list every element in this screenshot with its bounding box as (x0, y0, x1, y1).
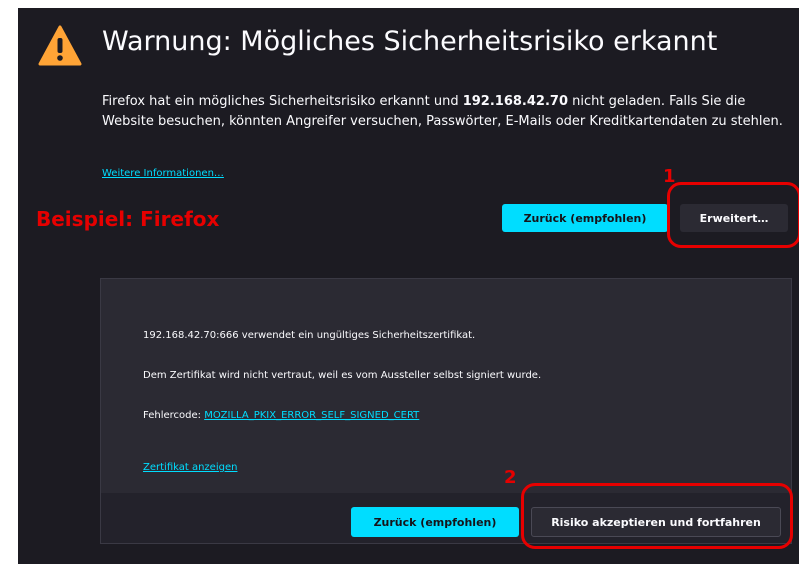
back-recommended-button-bottom[interactable]: Zurück (empfohlen) (351, 507, 519, 537)
error-page: Warnung: Mögliches Sicherheitsrisiko erk… (18, 8, 799, 564)
error-code-link[interactable]: MOZILLA_PKIX_ERROR_SELF_SIGNED_CERT (204, 410, 419, 421)
error-code-prefix: Fehlercode: (143, 410, 205, 421)
host-address: 192.168.42.70 (462, 94, 568, 109)
annotation-example-label: Beispiel: Firefox (36, 207, 220, 231)
warning-description: Firefox hat ein mögliches Sicherheitsris… (102, 92, 792, 132)
back-recommended-button[interactable]: Zurück (empfohlen) (502, 204, 668, 232)
cert-invalid-text: 192.168.42.70:666 verwendet ein ungültig… (143, 330, 476, 341)
description-text-start: Firefox hat ein mögliches Sicherheitsris… (102, 94, 463, 109)
page-title: Warnung: Mögliches Sicherheitsrisiko erk… (102, 26, 718, 57)
view-certificate-link[interactable]: Zertifikat anzeigen (143, 462, 237, 473)
more-info-link[interactable]: Weitere Informationen… (102, 168, 224, 179)
annotation-number-2: 2 (504, 467, 517, 488)
warning-triangle-icon (38, 25, 82, 66)
cert-untrusted-text: Dem Zertifikat wird nicht vertraut, weil… (143, 370, 542, 381)
annotation-highlight-1 (667, 182, 799, 248)
error-code-line: Fehlercode: MOZILLA_PKIX_ERROR_SELF_SIGN… (143, 410, 419, 421)
annotation-highlight-2 (521, 483, 793, 549)
